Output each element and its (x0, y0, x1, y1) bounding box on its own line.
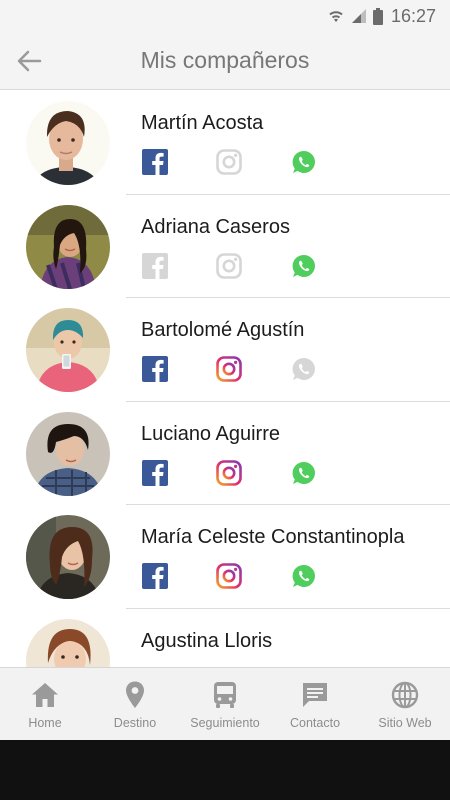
home-icon (30, 680, 60, 710)
bottom-navigation: Home Destino Seguimiento Contacto Sitio … (0, 667, 450, 740)
classmate-name: Bartolomé Agustín (141, 319, 305, 341)
instagram-icon[interactable] (216, 149, 242, 175)
avatar[interactable] (26, 308, 110, 392)
classmate-name: María Celeste Constantinopla (141, 526, 405, 548)
classmate-row[interactable]: María Celeste Constantinopla (0, 505, 450, 609)
whatsapp-icon[interactable] (291, 460, 317, 486)
avatar[interactable] (26, 101, 110, 185)
nav-home[interactable]: Home (0, 668, 90, 740)
page-title: Mis compañeros (140, 47, 310, 73)
nav-label: Seguimiento (190, 716, 260, 730)
app-bar: Mis compañeros (0, 32, 450, 90)
classmate-name: Martín Acosta (141, 112, 264, 134)
nav-sitio-web[interactable]: Sitio Web (360, 668, 450, 740)
whatsapp-icon[interactable] (291, 253, 317, 279)
nav-contacto[interactable]: Contacto (270, 668, 360, 740)
instagram-icon[interactable] (216, 252, 242, 279)
wifi-icon (327, 8, 345, 24)
avatar[interactable] (26, 204, 110, 289)
status-bar: 16:27 (0, 0, 450, 32)
classmate-name: Luciano Aguirre (141, 422, 280, 445)
classmate-name: Adriana Caseros (141, 215, 290, 238)
nav-label: Destino (113, 716, 157, 730)
avatar[interactable] (26, 515, 110, 599)
whatsapp-icon[interactable] (291, 563, 317, 589)
chat-icon (300, 680, 330, 710)
facebook-icon[interactable] (142, 252, 168, 279)
classmates-list[interactable]: Martín Acosta Adriana Caseros Bartolomé … (0, 91, 450, 667)
facebook-icon[interactable] (142, 356, 168, 382)
nav-label: Sitio Web (378, 716, 432, 730)
classmate-row[interactable]: Martín Acosta (0, 91, 450, 195)
instagram-icon[interactable] (216, 563, 242, 589)
nav-label: Contacto (289, 716, 341, 730)
nav-label: Home (28, 716, 62, 730)
signal-icon (351, 8, 367, 24)
facebook-icon[interactable] (142, 563, 168, 589)
classmate-row[interactable]: Adriana Caseros (0, 195, 450, 298)
nav-seguimiento[interactable]: Seguimiento (180, 668, 270, 740)
globe-icon (390, 680, 420, 710)
bus-icon (210, 680, 240, 710)
battery-icon (372, 7, 383, 25)
instagram-icon[interactable] (216, 356, 242, 382)
location-pin-icon (120, 680, 150, 710)
avatar[interactable] (26, 411, 110, 496)
app-screen: 16:27 Mis compañeros Martín Acosta Adria… (0, 0, 450, 740)
classmate-row[interactable]: Agustina Lloris (0, 609, 450, 667)
avatar[interactable] (26, 618, 110, 667)
status-time: 16:27 (390, 5, 436, 26)
facebook-icon[interactable] (142, 149, 168, 175)
whatsapp-icon[interactable] (291, 149, 317, 175)
classmate-row[interactable]: Luciano Aguirre (0, 402, 450, 505)
instagram-icon[interactable] (216, 459, 242, 486)
nav-destino[interactable]: Destino (90, 668, 180, 740)
whatsapp-icon[interactable] (291, 356, 317, 382)
system-navigation-bar (0, 740, 450, 800)
facebook-icon[interactable] (142, 459, 168, 486)
classmate-row[interactable]: Bartolomé Agustín (0, 298, 450, 402)
classmate-name: Agustina Lloris (141, 629, 273, 652)
